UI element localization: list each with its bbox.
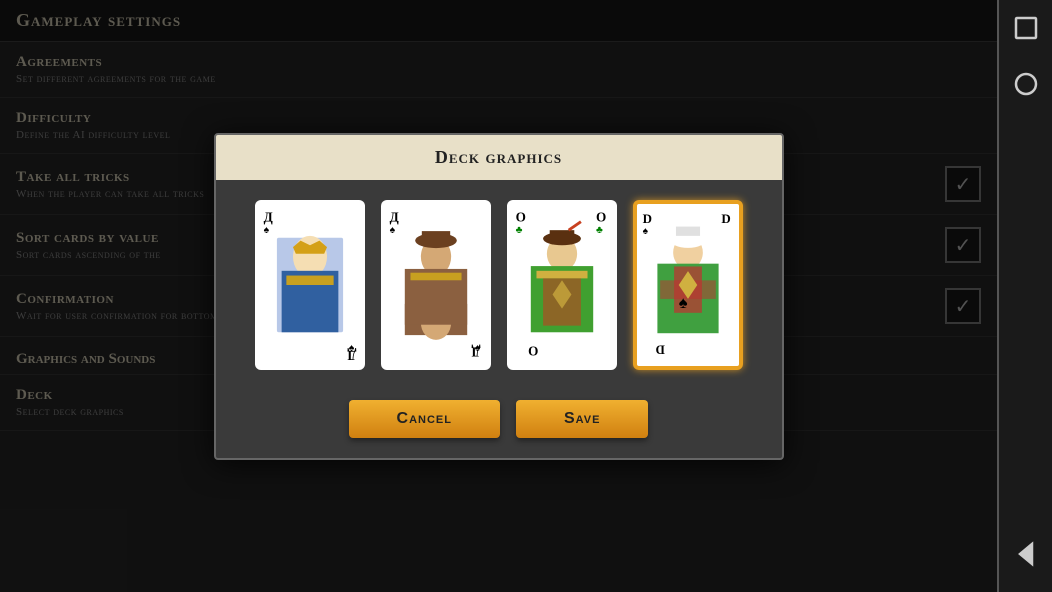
svg-text:Д: Д — [263, 209, 272, 224]
modal-title: Deck graphics — [435, 147, 562, 167]
svg-text:Д: Д — [389, 209, 398, 224]
main-content: Gameplay settings Agreements Set differe… — [0, 0, 997, 592]
modal-overlay: Deck graphics Д ♠ — [0, 0, 997, 592]
card-option-4[interactable]: D ♠ D — [633, 200, 743, 370]
svg-text:♠: ♠ — [678, 293, 687, 312]
svg-text:♣: ♣ — [596, 225, 603, 236]
modal-body: Д ♠ Д ♠ — [216, 180, 782, 390]
svg-text:♠: ♠ — [389, 225, 395, 236]
svg-text:D: D — [721, 210, 730, 225]
right-nav — [997, 0, 1052, 592]
svg-text:О: О — [528, 343, 538, 358]
svg-text:D: D — [655, 342, 664, 357]
modal-header: Deck graphics — [216, 135, 782, 180]
svg-text:О: О — [596, 209, 606, 224]
card-option-1[interactable]: Д ♠ Д ♠ — [255, 200, 365, 370]
svg-text:♠: ♠ — [642, 226, 648, 237]
svg-text:Д: Д — [471, 344, 480, 359]
svg-text:О: О — [515, 209, 525, 224]
square-nav-icon[interactable] — [1008, 10, 1044, 46]
svg-text:♠: ♠ — [263, 225, 269, 236]
svg-text:♣: ♣ — [515, 225, 522, 236]
circle-nav-icon[interactable] — [1008, 66, 1044, 102]
cancel-button[interactable]: Cancel — [349, 400, 500, 438]
svg-text:D: D — [642, 210, 651, 225]
card-option-2[interactable]: Д ♠ ♠ Д — [381, 200, 491, 370]
deck-graphics-modal: Deck graphics Д ♠ — [214, 133, 784, 460]
modal-buttons: Cancel Save — [216, 390, 782, 458]
back-nav-icon[interactable] — [1008, 536, 1044, 572]
save-button[interactable]: Save — [516, 400, 648, 438]
card-option-3[interactable]: О ♣ О ♣ — [507, 200, 617, 370]
svg-text:♠: ♠ — [348, 343, 354, 354]
